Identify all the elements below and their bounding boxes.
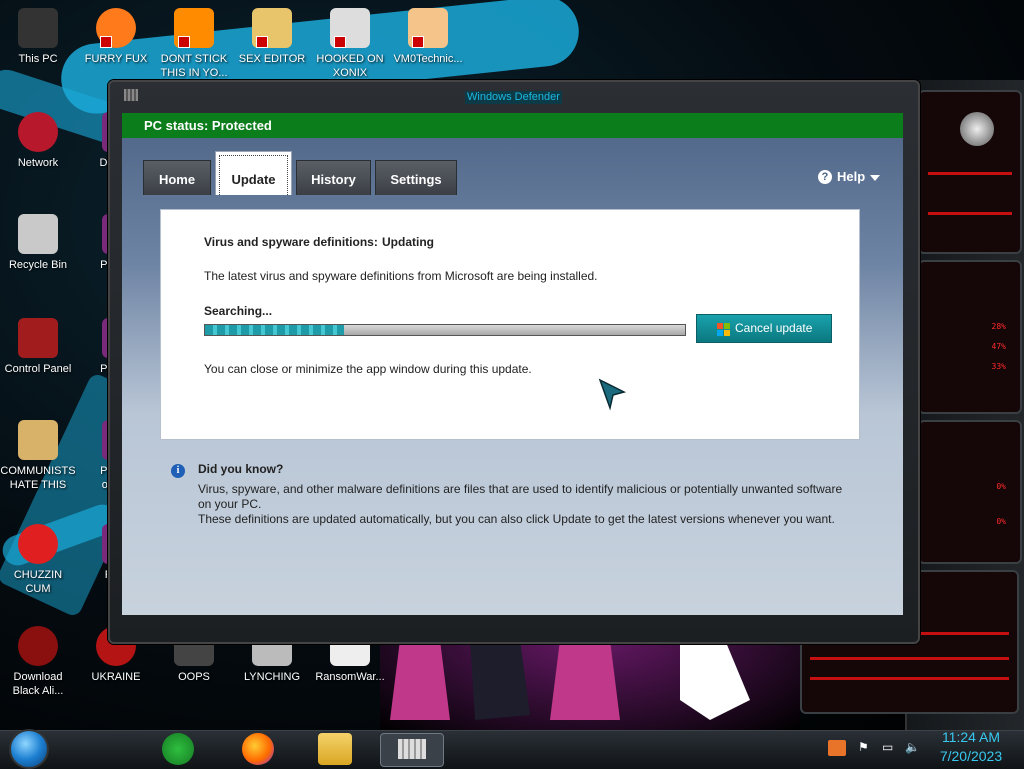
desktop-icon[interactable]: CHUZZIN CUM <box>0 524 76 596</box>
cancel-update-label: Cancel update <box>735 321 813 335</box>
alien-head-icon <box>960 112 994 146</box>
file-explorer-icon[interactable] <box>318 733 352 765</box>
desktop-icon-label: Recycle Bin <box>8 259 68 271</box>
shortcut-arrow-icon <box>100 36 112 48</box>
desktop-icon-label: SEX EDITOR <box>238 53 306 65</box>
desktop-icon-label: RansomWar... <box>315 671 385 683</box>
volume-icon[interactable]: 🔈 <box>905 740 920 754</box>
installing-text: The latest virus and spyware definitions… <box>204 269 598 283</box>
help-label: Help <box>837 169 866 184</box>
desktop-icon-label: LYNCHING <box>243 671 301 683</box>
desktop-icon[interactable]: DONT STICK THIS IN YO... <box>156 8 232 80</box>
tab-home[interactable]: Home <box>143 160 211 195</box>
progress-label: Searching... <box>204 304 273 318</box>
window-title: Windows Defender <box>465 91 562 104</box>
tab-settings[interactable]: Settings <box>375 160 457 195</box>
desktop-icon-label: CHUZZIN CUM <box>13 569 63 595</box>
did-you-know-line3: These definitions are updated automatica… <box>198 512 835 526</box>
did-you-know-line1: Virus, spyware, and other malware defini… <box>198 482 843 496</box>
desktop-icon-label: VM0Technic... <box>393 53 463 65</box>
wallpaper-legs-art <box>390 640 750 720</box>
chuzzle-icon <box>18 524 58 564</box>
desktop-icon-label: Control Panel <box>4 363 72 375</box>
shortcut-arrow-icon <box>178 36 190 48</box>
pc-status-bar: PC status: Protected <box>122 113 903 138</box>
desktop-icon[interactable]: FURRY FUX <box>78 8 154 66</box>
control-panel-icon <box>18 318 58 358</box>
desktop-icon[interactable]: HOOKED ON XONIX <box>312 8 388 80</box>
desktop-icon[interactable]: Recycle Bin <box>0 214 76 272</box>
flag-icon[interactable]: ⚑ <box>858 740 869 754</box>
help-menu[interactable]: ? Help <box>818 169 881 184</box>
update-progress-fill <box>205 325 345 335</box>
did-you-know-line2: on your PC. <box>198 497 262 511</box>
desktop-icon-label: This PC <box>18 53 58 65</box>
desktop-icon[interactable]: SEX EDITOR <box>234 8 310 66</box>
definitions-status: Updating <box>382 235 434 249</box>
window-system-icon[interactable] <box>124 89 138 101</box>
taskbar-clock[interactable]: 11:24 AM 7/20/2023 <box>932 728 1010 766</box>
update-panel: Virus and spyware definitions: Updating … <box>160 209 860 440</box>
shortcut-arrow-icon <box>334 36 346 48</box>
firefox-icon[interactable] <box>242 733 274 765</box>
computer-icon <box>18 8 58 48</box>
cancel-update-button[interactable]: Cancel update <box>696 314 832 343</box>
clock-time: 11:24 AM <box>941 729 1001 745</box>
desktop-icon-label: DONT STICK THIS IN YO... <box>160 53 228 79</box>
desktop-icon-label: COMMUNISTS HATE THIS G... <box>0 465 76 491</box>
shortcut-arrow-icon <box>256 36 268 48</box>
xonix-game-icon <box>330 8 370 48</box>
defender-taskbar-button[interactable] <box>380 733 444 767</box>
did-you-know-title: Did you know? <box>198 462 284 476</box>
alien-orb-icon <box>18 626 58 666</box>
desktop-icon[interactable]: Network <box>0 112 76 170</box>
taskbar <box>0 730 1024 769</box>
desktop-icon-label: FURRY FUX <box>84 53 148 65</box>
vlc-cone-icon <box>174 8 214 48</box>
desktop-icon[interactable]: This PC <box>0 8 76 66</box>
desktop-icon[interactable]: Control Panel <box>0 318 76 376</box>
desktop-icon[interactable]: VM0Technic... <box>390 8 466 66</box>
desktop-icon-label: OOPS <box>178 671 210 683</box>
firefox-icon <box>96 8 136 48</box>
tray-app-icon[interactable] <box>828 740 846 756</box>
chat-bubble-icon[interactable] <box>162 733 194 765</box>
tab-update[interactable]: Update <box>215 151 292 195</box>
desktop-icon-label: UKRAINE <box>91 671 141 683</box>
desktop-icon-label: HOOKED ON XONIX <box>316 53 384 79</box>
shortcut-arrow-icon <box>412 36 424 48</box>
recycle-bin-icon <box>18 214 58 254</box>
desktop-icon[interactable]: COMMUNISTS HATE THIS G... <box>0 420 76 492</box>
clock-date: 7/20/2023 <box>939 748 1003 764</box>
shield-tiles-icon <box>717 323 730 336</box>
money-bag-icon <box>18 420 58 460</box>
desktop-icon-label: Download Black Ali... <box>12 671 64 697</box>
help-question-icon: ? <box>818 169 832 184</box>
defender-castle-icon <box>398 739 426 759</box>
start-button[interactable] <box>9 729 49 769</box>
hxd-editor-icon <box>252 8 292 48</box>
definitions-label: Virus and spyware definitions: <box>204 235 378 249</box>
tab-history[interactable]: History <box>296 160 371 195</box>
network-globe-icon <box>18 112 58 152</box>
info-icon: i <box>171 464 185 478</box>
network-icon[interactable]: ▭ <box>882 740 893 754</box>
mouse-cursor-icon <box>598 378 627 411</box>
update-progress-bar <box>204 324 686 336</box>
desktop-icon[interactable]: Download Black Ali... <box>0 626 76 698</box>
desktop-icon-label: Network <box>17 157 59 169</box>
doctor-avatar-icon <box>408 8 448 48</box>
close-note: You can close or minimize the app window… <box>204 362 532 376</box>
chevron-down-icon <box>870 174 881 181</box>
